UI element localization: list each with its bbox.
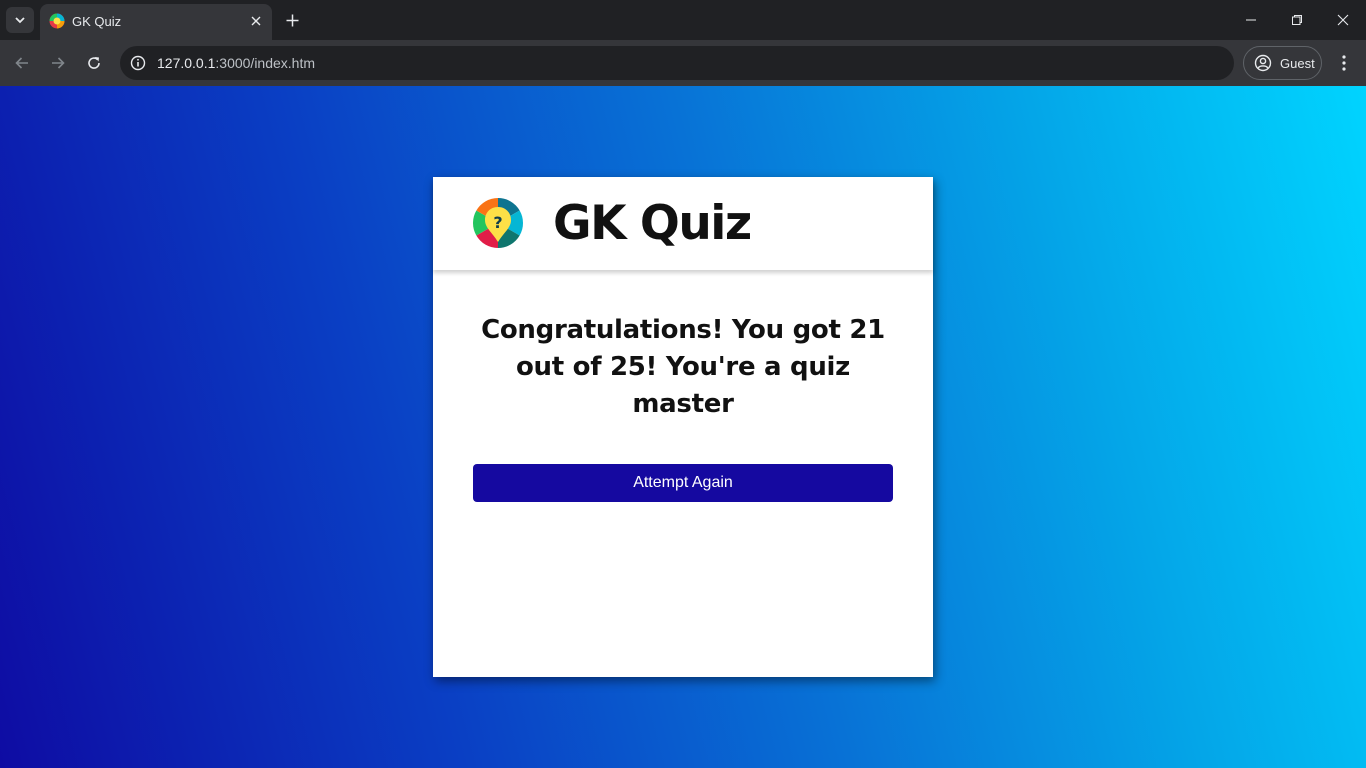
- svg-text:?: ?: [493, 213, 502, 232]
- minimize-icon: [1246, 19, 1256, 21]
- close-icon: [1337, 14, 1349, 26]
- tab-title: GK Quiz: [72, 14, 122, 29]
- profile-button[interactable]: Guest: [1243, 46, 1322, 80]
- page-viewport: ? GK Quiz Congratulations! You got 21 ou…: [0, 86, 1366, 768]
- plus-icon: [286, 14, 298, 26]
- browser-menu-button[interactable]: [1334, 51, 1354, 75]
- address-bar[interactable]: 127.0.0.1:3000/index.htm: [120, 46, 1234, 80]
- url-path: :3000/index.htm: [215, 55, 316, 71]
- back-button[interactable]: [10, 51, 34, 75]
- close-window-button[interactable]: [1333, 10, 1353, 30]
- url-host: 127.0.0.1: [157, 55, 216, 71]
- site-info-icon: [130, 55, 146, 71]
- tab-close-button[interactable]: [247, 12, 265, 30]
- tab-search-button[interactable]: [6, 7, 34, 33]
- quiz-logo-icon: ?: [473, 198, 523, 248]
- profile-icon: [1254, 54, 1272, 72]
- quiz-favicon-icon: [49, 13, 65, 29]
- profile-label: Guest: [1280, 56, 1315, 71]
- tab-strip: GK Quiz: [0, 0, 1366, 40]
- menu-icon: [1342, 55, 1346, 71]
- quiz-card: ? GK Quiz Congratulations! You got 21 ou…: [433, 177, 933, 677]
- result-message: Congratulations! You got 21 out of 25! Y…: [481, 315, 885, 419]
- forward-icon: [52, 57, 65, 69]
- back-icon: [15, 57, 28, 69]
- new-tab-button[interactable]: [281, 9, 303, 31]
- minimize-button[interactable]: [1241, 10, 1261, 30]
- quiz-title: GK Quiz: [553, 196, 752, 251]
- reload-button[interactable]: [82, 51, 106, 75]
- forward-button[interactable]: [46, 51, 70, 75]
- browser-tab[interactable]: GK Quiz: [40, 4, 272, 40]
- reload-icon: [88, 57, 100, 69]
- attempt-again-button[interactable]: Attempt Again: [473, 464, 893, 502]
- chevron-down-icon: [15, 17, 25, 24]
- url-text: 127.0.0.1:3000/index.htm: [157, 55, 315, 71]
- site-info-button[interactable]: [126, 51, 150, 75]
- quiz-header: ? GK Quiz: [433, 177, 933, 270]
- restore-button[interactable]: [1287, 10, 1307, 30]
- close-icon: [251, 16, 261, 26]
- restore-icon: [1292, 15, 1302, 25]
- browser-toolbar: 127.0.0.1:3000/index.htm Guest: [0, 40, 1366, 86]
